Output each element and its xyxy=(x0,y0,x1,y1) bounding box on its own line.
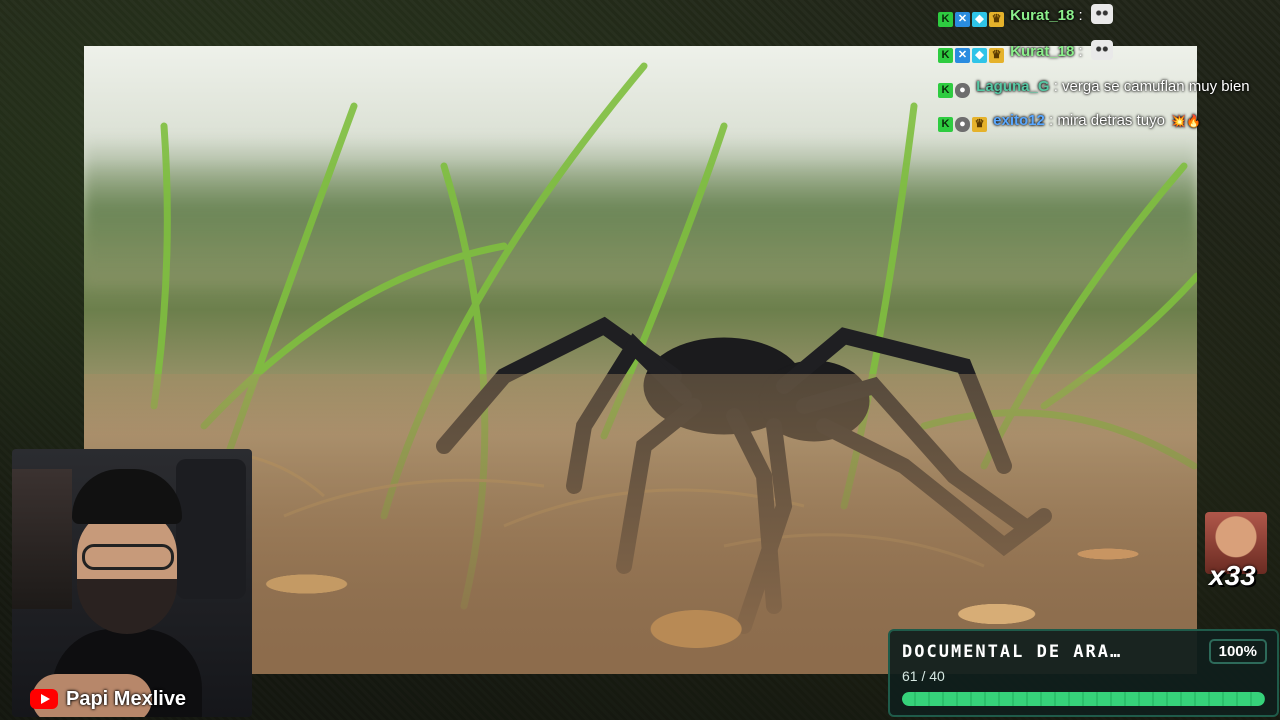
combo-count: x33 xyxy=(1209,560,1256,591)
cube-badge-icon: ◆ xyxy=(972,12,987,27)
mouse-badge-icon: ● xyxy=(955,83,970,98)
chat-username[interactable]: Kurat_18 xyxy=(1010,7,1074,24)
goal-percent-badge: 100% xyxy=(1208,639,1267,664)
crown-badge-icon: ♛ xyxy=(972,117,987,132)
chat-text: mira detras tuyo xyxy=(1057,112,1165,129)
chat-message: K ✕ ◆ ♛ Kurat_18 : xyxy=(938,40,1274,63)
chat-username[interactable]: exito12 xyxy=(993,112,1045,129)
streamer-beard xyxy=(77,579,177,634)
kick-badge-icon: K xyxy=(938,117,953,132)
emote-combo: x33 xyxy=(1205,512,1267,594)
mouse-badge-icon: ● xyxy=(955,117,970,132)
crown-badge-icon: ♛ xyxy=(989,12,1004,27)
goal-widget: DOCUMENTAL DE ARA… 100% 61 / 40 xyxy=(888,629,1279,717)
goal-title: DOCUMENTAL DE ARA… xyxy=(902,642,1123,662)
chat-message: K ✕ ◆ ♛ Kurat_18 : xyxy=(938,4,1274,27)
streamer-glasses xyxy=(82,544,174,570)
cat-emote-icon xyxy=(1090,4,1113,24)
fire-emote-icon: 💥🔥 xyxy=(1171,114,1201,128)
chat-text: verga se camuflan muy bien xyxy=(1062,78,1250,95)
streamer xyxy=(32,469,202,717)
subscriber-badge-icon: ✕ xyxy=(955,48,970,63)
channel-name: Papi Mexlive xyxy=(66,687,187,710)
goal-progress-fill xyxy=(902,692,1265,706)
youtube-icon xyxy=(30,689,58,709)
chat-message: K ● Laguna_G : verga se camuflan muy bien xyxy=(938,76,1274,98)
chat-username[interactable]: Kurat_18 xyxy=(1010,43,1074,60)
goal-progress-bar xyxy=(902,692,1265,706)
cat-emote-icon xyxy=(1090,40,1113,60)
chat-message: K ● ♛ exito12 : mira detras tuyo 💥🔥 xyxy=(938,110,1274,132)
cube-badge-icon: ◆ xyxy=(972,48,987,63)
goal-progress-text: 61 / 40 xyxy=(902,668,945,684)
subscriber-badge-icon: ✕ xyxy=(955,12,970,27)
streamer-cap xyxy=(72,469,182,524)
chat-separator: : xyxy=(1078,43,1083,60)
chat-username[interactable]: Laguna_G xyxy=(976,78,1049,95)
kick-badge-icon: K xyxy=(938,48,953,63)
chat-separator: : xyxy=(1053,78,1058,95)
kick-badge-icon: K xyxy=(938,12,953,27)
channel-label: Papi Mexlive xyxy=(30,686,186,712)
chat-separator: : xyxy=(1078,7,1083,24)
crown-badge-icon: ♛ xyxy=(989,48,1004,63)
webcam-feed xyxy=(12,449,252,717)
chat-overlay: K ✕ ◆ ♛ Kurat_18 : K ✕ ◆ ♛ Kurat_18 : K ● Lagun… xyxy=(938,4,1274,144)
kick-badge-icon: K xyxy=(938,83,953,98)
chat-separator: : xyxy=(1049,112,1054,129)
